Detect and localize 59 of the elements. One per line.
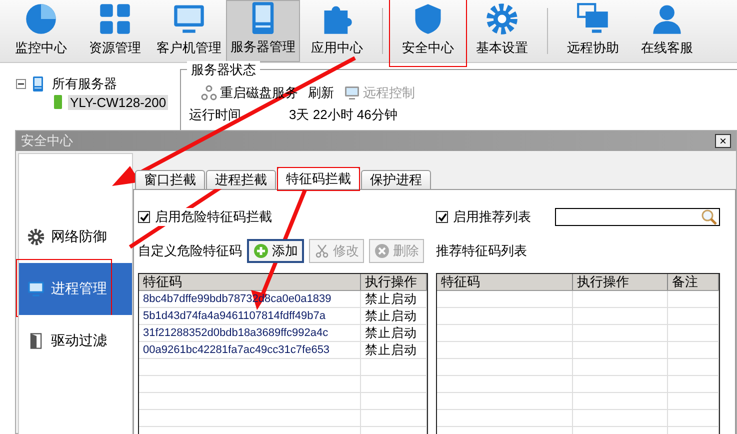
column-header: 执行操作	[573, 274, 668, 290]
checkbox-label: 启用推荐列表	[453, 208, 531, 226]
search-field[interactable]	[555, 208, 720, 226]
close-button[interactable]: ×	[715, 134, 731, 148]
nodes-icon	[201, 85, 217, 101]
table-cell: 禁止启动	[361, 308, 427, 324]
checkmark-icon	[438, 212, 446, 222]
toolbar-button[interactable]: 应用中心	[300, 0, 374, 62]
dialog-title: 安全中心	[21, 132, 73, 150]
checkbox-label: 启用危险特征码拦截	[155, 208, 272, 226]
status-value: 3天 22小时 46分钟	[289, 106, 398, 120]
plus-icon	[253, 243, 269, 259]
column-header: 备注	[668, 274, 719, 290]
server-icon	[30, 76, 46, 92]
toolbar-button[interactable]: 监控中心	[4, 0, 78, 62]
toolbar-button[interactable]: 服务器管理	[226, 0, 300, 62]
table-cell: 00a9261bc42281fa7ac49cc31c7fe653	[139, 342, 361, 358]
grid-icon	[98, 2, 132, 36]
monitor-icon	[344, 85, 360, 101]
pie-chart-icon	[24, 2, 58, 36]
table-cell: 31f21288352d0bdb18a3689ffc992a4c	[139, 325, 361, 341]
gear-icon	[485, 2, 519, 36]
toolbar-action[interactable]: 刷新	[308, 84, 334, 102]
person-icon	[650, 2, 684, 36]
close-circle-icon	[374, 243, 390, 259]
toolbar-button[interactable]: 客户机管理	[152, 0, 226, 62]
monitor-icon	[172, 2, 206, 36]
tab[interactable]: 进程拦截	[206, 170, 276, 189]
toolbar-button[interactable]: 远程协助	[556, 0, 630, 62]
monitors-icon	[576, 2, 610, 36]
tab[interactable]: 特征码拦截	[277, 167, 360, 189]
checkbox[interactable]	[138, 211, 150, 223]
table-cell: 禁止启动	[361, 325, 427, 341]
toolbar-button[interactable]: 基本设置	[465, 0, 539, 62]
tree-node[interactable]: YLY-CW128-200	[68, 94, 168, 110]
section-title: 自定义危险特征码	[138, 242, 242, 260]
table-cell: 禁止启动	[361, 291, 427, 307]
scissors-icon	[314, 243, 330, 259]
checkmark-icon	[140, 212, 148, 222]
search-icon	[701, 209, 717, 225]
tab[interactable]: 窗口拦截	[135, 170, 205, 189]
section-title: 推荐特征码列表	[436, 242, 527, 260]
toolbar-button[interactable]: 资源管理	[78, 0, 152, 62]
nav-item[interactable]: 驱动过滤	[18, 315, 133, 367]
collapse-icon[interactable]	[16, 79, 26, 89]
monitor-icon	[27, 280, 45, 298]
gear-icon	[27, 228, 45, 246]
checkbox[interactable]	[436, 211, 448, 223]
toolbar-button[interactable]: 安全中心	[391, 0, 465, 62]
table-cell: 禁止启动	[361, 342, 427, 358]
toolbar-button[interactable]: 在线客服	[630, 0, 704, 62]
toolbar-button[interactable]: 添加	[247, 239, 304, 263]
tab[interactable]: 保护进程	[361, 170, 431, 189]
group-title: 服务器状态	[187, 61, 260, 79]
nav-item[interactable]: 网络防御	[18, 211, 133, 263]
column-header: 特征码	[437, 274, 573, 290]
server-icon	[52, 94, 64, 110]
column-header: 执行操作	[361, 274, 427, 290]
tree-node[interactable]: 所有服务器	[50, 75, 119, 93]
